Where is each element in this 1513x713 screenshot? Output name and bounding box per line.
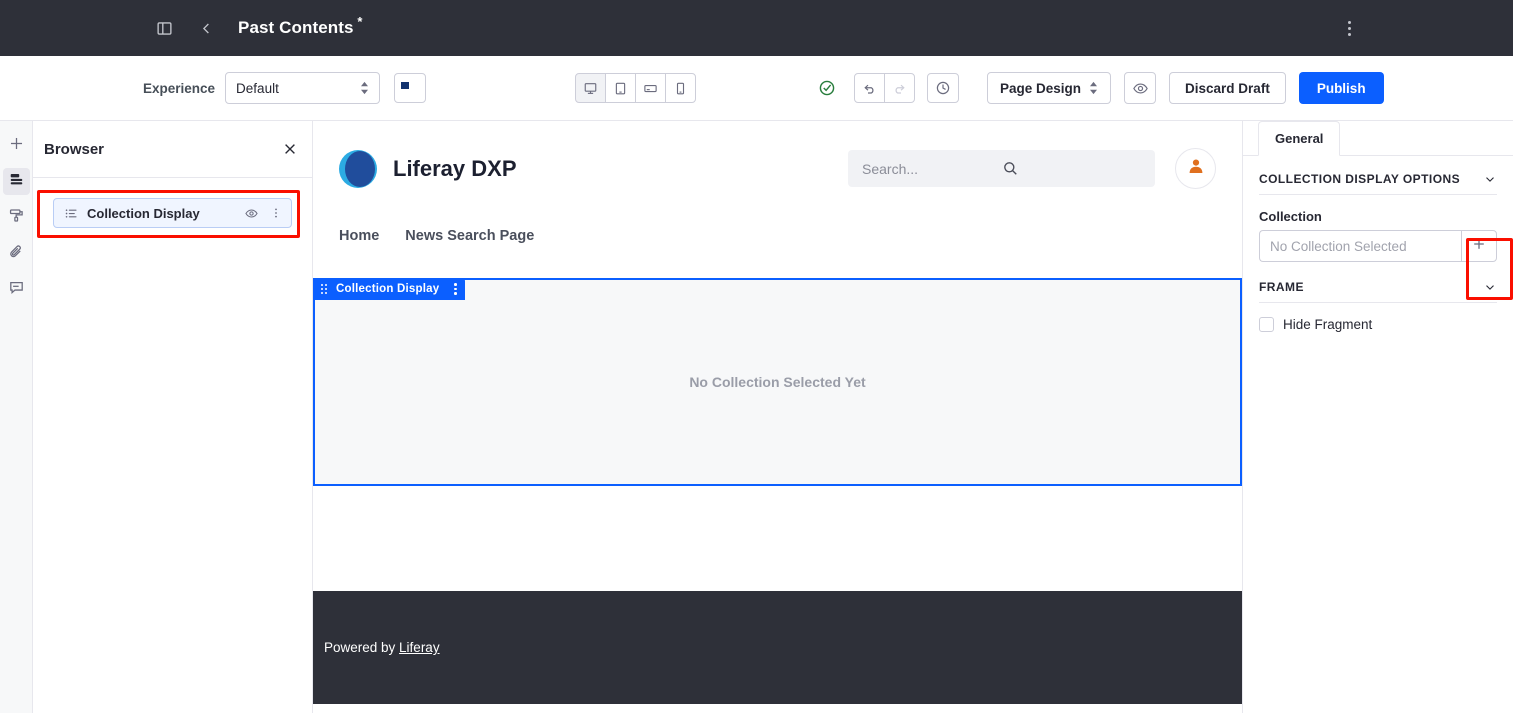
- language-flag-button[interactable]: [394, 73, 427, 103]
- collection-field-row: No Collection Selected: [1259, 230, 1497, 262]
- topbar-kebab-vertical-icon[interactable]: [1333, 12, 1365, 44]
- experience-select[interactable]: Default: [225, 72, 381, 104]
- list-ul-icon: [64, 206, 79, 221]
- list-item-collection-display[interactable]: Collection Display: [53, 198, 292, 228]
- panel-toggle-icon[interactable]: [148, 12, 180, 44]
- site-header: Liferay DXP Search...: [313, 121, 1242, 216]
- hide-fragment-checkbox[interactable]: [1259, 317, 1274, 332]
- hide-fragment-row: Hide Fragment: [1259, 317, 1497, 332]
- preview-eye-icon[interactable]: [1124, 72, 1157, 104]
- comment-icon: [8, 279, 25, 301]
- site-navigation: Home News Search Page: [313, 216, 1242, 256]
- undo-redo-group: [854, 73, 915, 103]
- section-header-collection-display-options[interactable]: COLLECTION DISPLAY OPTIONS: [1259, 172, 1497, 194]
- device-mobile-button[interactable]: [665, 73, 696, 103]
- device-preview-group: [575, 73, 696, 103]
- editor-toolbar: Experience Default Page Design Discard D…: [0, 56, 1513, 121]
- site-search-placeholder: Search...: [862, 160, 919, 177]
- liferay-logo-icon: [339, 149, 377, 188]
- rail-item-contents[interactable]: [3, 240, 30, 267]
- us-flag-icon: [400, 81, 420, 95]
- site-name: Liferay DXP: [393, 155, 517, 181]
- fragment-empty-message: No Collection Selected Yet: [689, 374, 866, 390]
- list-item-kebab-vertical-icon[interactable]: [269, 206, 283, 220]
- plus-icon: [1471, 236, 1487, 257]
- section-header-frame[interactable]: FRAME: [1259, 280, 1497, 302]
- fragment-body[interactable]: No Collection Selected Yet: [313, 278, 1242, 486]
- rail-item-page-design-options[interactable]: [3, 204, 30, 231]
- rail-item-comments[interactable]: [3, 276, 30, 303]
- footer-prefix: Powered by: [324, 640, 400, 655]
- eye-icon[interactable]: [244, 206, 259, 221]
- rail-item-browser[interactable]: [2, 168, 30, 195]
- nav-link-news-search-page[interactable]: News Search Page: [405, 228, 534, 244]
- page-title-text: Past Contents: [238, 18, 354, 37]
- chevron-updown-icon: [360, 81, 369, 95]
- user-avatar-icon: [1186, 156, 1206, 181]
- page-title: Past Contents *: [238, 14, 362, 38]
- chevron-updown-icon: [1089, 81, 1098, 95]
- search-icon[interactable]: [1002, 160, 1142, 177]
- field-label-collection: Collection: [1259, 209, 1322, 224]
- discard-draft-button[interactable]: Discard Draft: [1169, 72, 1286, 104]
- tab-general[interactable]: General: [1258, 121, 1341, 156]
- experience-value: Default: [236, 80, 279, 96]
- avatar[interactable]: [1175, 148, 1216, 189]
- paperclip-icon: [8, 243, 25, 265]
- browser-panel-header: Browser: [33, 121, 312, 178]
- collection-input[interactable]: No Collection Selected: [1259, 230, 1461, 262]
- chevron-down-icon[interactable]: [1483, 280, 1497, 294]
- site-search-input[interactable]: Search...: [848, 150, 1155, 187]
- drag-handle-icon[interactable]: [321, 284, 327, 294]
- modified-marker: *: [357, 14, 363, 29]
- page-design-label: Page Design: [1000, 80, 1082, 96]
- section-divider: [1259, 194, 1497, 195]
- browser-icon: [8, 171, 25, 193]
- browser-panel: Browser Collection Display: [33, 121, 313, 713]
- check-circle-icon: [818, 79, 836, 97]
- canvas-blank-area: [313, 486, 1242, 591]
- browser-panel-body: Collection Display: [33, 178, 312, 248]
- nav-link-home[interactable]: Home: [339, 228, 379, 244]
- fragment-kebab-vertical-icon[interactable]: [448, 282, 457, 296]
- section-divider: [1259, 302, 1497, 303]
- add-collection-button[interactable]: [1461, 230, 1497, 262]
- experience-label: Experience: [143, 80, 216, 96]
- fragment-config-panel: General COLLECTION DISPLAY OPTIONS Colle…: [1242, 121, 1513, 713]
- config-panel-body: COLLECTION DISPLAY OPTIONS Collection No…: [1243, 156, 1513, 332]
- close-icon[interactable]: [282, 141, 298, 157]
- topbar-left-group: Past Contents *: [148, 12, 362, 44]
- back-chevron-left-icon[interactable]: [190, 12, 222, 44]
- browser-panel-title: Browser: [44, 140, 105, 158]
- toolbar-right-group: Page Design Discard Draft Publish: [818, 72, 1384, 104]
- footer-liferay-link[interactable]: Liferay: [399, 640, 440, 655]
- site-footer-text: Powered by Liferay: [324, 640, 440, 655]
- config-panel-tabs: General: [1243, 121, 1513, 156]
- device-tablet-landscape-button[interactable]: [635, 73, 666, 103]
- page-canvas: Liferay DXP Search... Home News Search P…: [313, 121, 1242, 713]
- rail-item-add[interactable]: [3, 132, 30, 159]
- hide-fragment-label: Hide Fragment: [1283, 317, 1373, 332]
- list-item-label: Collection Display: [87, 205, 200, 221]
- undo-button[interactable]: [854, 73, 885, 103]
- editor-topbar: Past Contents *: [0, 0, 1513, 56]
- left-icon-rail: [0, 121, 33, 713]
- section-title: COLLECTION DISPLAY OPTIONS: [1259, 172, 1461, 186]
- history-clock-icon[interactable]: [927, 73, 959, 103]
- section-title: FRAME: [1259, 280, 1304, 294]
- redo-button[interactable]: [884, 73, 915, 103]
- site-footer: Powered by Liferay: [313, 591, 1242, 704]
- paint-roller-icon: [8, 207, 25, 229]
- device-desktop-button[interactable]: [575, 73, 606, 103]
- fragment-toolbar-label: Collection Display: [336, 283, 440, 295]
- chevron-down-icon[interactable]: [1483, 172, 1497, 186]
- fragment-collection-display: Collection Display No Collection Selecte…: [313, 278, 1242, 486]
- device-tablet-button[interactable]: [605, 73, 636, 103]
- fragment-toolbar: Collection Display: [313, 278, 465, 300]
- add-icon: [8, 135, 25, 157]
- publish-button[interactable]: Publish: [1298, 72, 1384, 104]
- page-design-button[interactable]: Page Design: [987, 72, 1112, 104]
